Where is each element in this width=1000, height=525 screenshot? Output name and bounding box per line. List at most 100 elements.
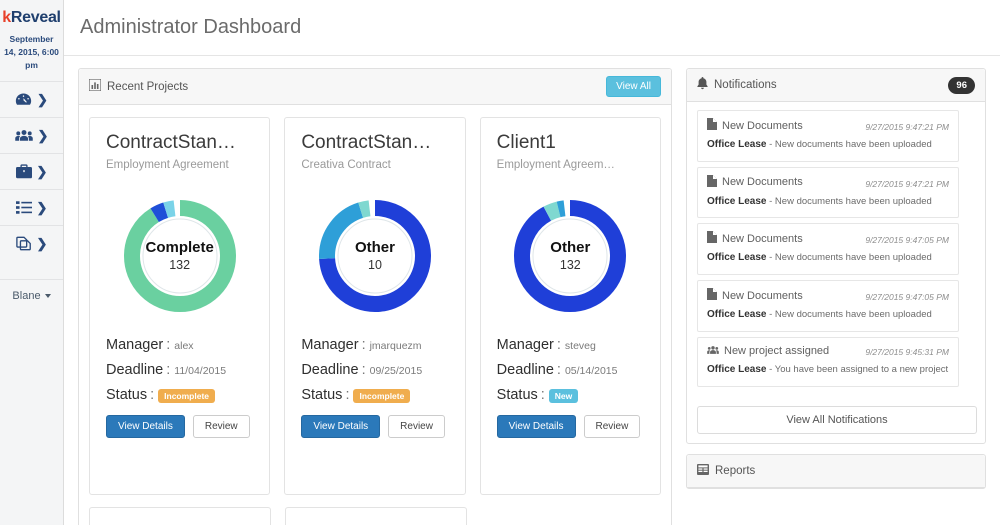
sidebar-clock: September 14, 2015, 6:00 pm: [4, 34, 59, 71]
notifications-body: ×New Documents9/27/2015 9:47:21 PMOffice…: [687, 102, 985, 400]
view-details-button[interactable]: View Details: [301, 415, 381, 439]
briefcase-icon: [15, 163, 32, 179]
notifications-count-badge: 96: [948, 76, 975, 94]
users-group-icon: [707, 345, 719, 358]
label-separator: :: [166, 361, 171, 378]
recent-projects-title: Recent Projects: [107, 80, 189, 93]
project-card-subtitle: Employment Agreement: [106, 158, 229, 171]
report-table-icon: [697, 463, 709, 478]
chevron-right-icon: ❯: [37, 127, 49, 143]
notification-item[interactable]: ×New Documents9/27/2015 9:47:21 PMOffice…: [697, 110, 959, 162]
notification-message: Office Lease - New documents have been u…: [707, 252, 932, 264]
project-deadline-label: Deadline: [496, 361, 554, 378]
document-icon: [707, 231, 717, 246]
notification-timestamp: 9/27/2015 9:47:05 PM: [865, 235, 949, 246]
notification-item[interactable]: ×New project assigned9/27/2015 9:45:31 P…: [697, 336, 959, 387]
notification-item[interactable]: ×New Documents9/27/2015 9:47:05 PMOffice…: [697, 223, 959, 276]
project-donut-chart: Complete 132: [106, 193, 253, 319]
notifications-list: ×New Documents9/27/2015 9:47:21 PMOffice…: [697, 110, 959, 392]
project-card-title: Client1: [496, 132, 556, 153]
notification-timestamp: 9/27/2015 9:47:05 PM: [865, 292, 949, 303]
project-deadline-value: 09/25/2015: [369, 364, 423, 377]
project-manager-label: Manager: [106, 336, 164, 353]
sidebar-user-menu[interactable]: Blane: [0, 278, 63, 313]
notification-message: Office Lease - New documents have been u…: [707, 195, 932, 207]
project-card-partial: [89, 507, 271, 525]
content-area: Recent Projects View All ContractStan… Em…: [64, 56, 1000, 525]
project-status-label: Status: [106, 386, 148, 403]
recent-projects-panel: Recent Projects View All ContractStan… Em…: [78, 68, 672, 525]
notification-type: New Documents: [722, 232, 803, 245]
view-details-button[interactable]: View Details: [496, 415, 576, 439]
right-column: Notifications 96 ×New Documents9/27/2015…: [686, 68, 986, 525]
document-icon: [707, 174, 717, 190]
sidebar-item-documents[interactable]: ❯: [0, 224, 63, 261]
notifications-header: Notifications 96: [687, 69, 985, 102]
project-card-actions: View Details Review: [301, 415, 448, 439]
main-area: Administrator Dashboard Recent Projects …: [64, 0, 1000, 525]
notification-subject: Office Lease: [707, 195, 767, 207]
project-manager-label: Manager: [301, 336, 359, 353]
projects-body: ContractStan… Employment Agreement Complet…: [79, 105, 671, 525]
project-card: ContractStan… Creativa Contract Other 10 Man…: [284, 117, 466, 495]
notification-message: Office Lease - You have been assigned to…: [707, 363, 949, 375]
label-separator: :: [361, 361, 366, 378]
notification-timestamp: 9/27/2015 9:47:21 PM: [865, 178, 949, 189]
project-card-actions: View Details Review: [496, 415, 644, 439]
project-deadline-label: Deadline: [301, 361, 359, 378]
sidebar-item-users[interactable]: ❯: [0, 116, 63, 153]
notification-timestamp: 9/27/2015 9:45:31 PM: [865, 346, 949, 357]
label-separator: :: [150, 386, 155, 403]
brand-logo-reveal: Reveal: [10, 9, 61, 26]
notification-timestamp: 9/27/2015 9:47:21 PM: [865, 122, 949, 132]
recent-projects-header: Recent Projects View All: [79, 69, 671, 105]
document-icon: [707, 288, 717, 303]
project-status-label: Status: [496, 386, 538, 403]
sidebar-item-dashboard[interactable]: ❯: [0, 80, 63, 117]
label-separator: :: [556, 361, 561, 378]
notification-subject: Office Lease: [707, 252, 767, 264]
notification-type: New Documents: [722, 289, 803, 302]
project-card-subtitle: Employment Agreem…: [496, 158, 615, 171]
project-deadline-label: Deadline: [106, 361, 164, 378]
notification-subject: Office Lease: [707, 139, 767, 150]
view-details-button[interactable]: View Details: [106, 415, 185, 439]
notification-type: New Documents: [722, 119, 803, 132]
view-all-projects-button[interactable]: View All: [606, 76, 661, 97]
project-manager-value: jmarquezm: [369, 339, 422, 352]
dashboard-app: kReveal September 14, 2015, 6:00 pm ❯ ❯ …: [0, 0, 1000, 525]
label-separator: :: [556, 336, 561, 353]
chevron-right-icon: ❯: [36, 163, 48, 179]
chevron-right-icon: ❯: [37, 91, 48, 107]
brand-logo-k: k: [2, 9, 11, 26]
project-deadline-row: Deadline:05/14/2015: [497, 362, 644, 378]
project-manager-row: Manager: jmarquezm: [301, 337, 448, 353]
sidebar: kReveal September 14, 2015, 6:00 pm ❯ ❯ …: [0, 0, 64, 525]
notification-item[interactable]: ×New Documents9/27/2015 9:47:05 PMOffice…: [697, 280, 959, 332]
project-cards-row-next: [89, 507, 661, 525]
project-card-subtitle: Creativa Contract: [301, 158, 391, 171]
notifications-footer: View All Notifications: [687, 400, 985, 443]
project-manager-label: Manager: [496, 336, 554, 353]
label-separator: :: [166, 336, 171, 353]
chevron-right-icon: ❯: [36, 235, 48, 251]
brand-logo[interactable]: kReveal: [0, 0, 63, 30]
project-donut-chart: Other 132: [497, 193, 644, 319]
view-all-notifications-button[interactable]: View All Notifications: [697, 405, 977, 434]
project-manager-row: Manager: alex: [106, 337, 253, 353]
notifications-panel: Notifications 96 ×New Documents9/27/2015…: [686, 68, 986, 444]
sidebar-item-projects[interactable]: ❯: [0, 152, 63, 189]
review-button[interactable]: Review: [388, 415, 445, 439]
notification-item[interactable]: ×New Documents9/27/2015 9:47:21 PMOffice…: [697, 166, 959, 219]
projects-column: Recent Projects View All ContractStan… Em…: [78, 68, 672, 525]
status-badge: New: [548, 388, 579, 404]
review-button[interactable]: Review: [192, 415, 250, 439]
project-deadline-value: 11/04/2015: [174, 364, 227, 377]
project-deadline-value: 05/14/2015: [564, 364, 618, 377]
notifications-title: Notifications: [714, 79, 777, 91]
review-button[interactable]: Review: [583, 415, 641, 439]
project-manager-value: steveg: [564, 339, 596, 352]
sidebar-item-list[interactable]: ❯: [0, 188, 63, 225]
bell-icon: [697, 77, 708, 93]
project-card: ContractStan… Employment Agreement Complet…: [89, 117, 271, 495]
